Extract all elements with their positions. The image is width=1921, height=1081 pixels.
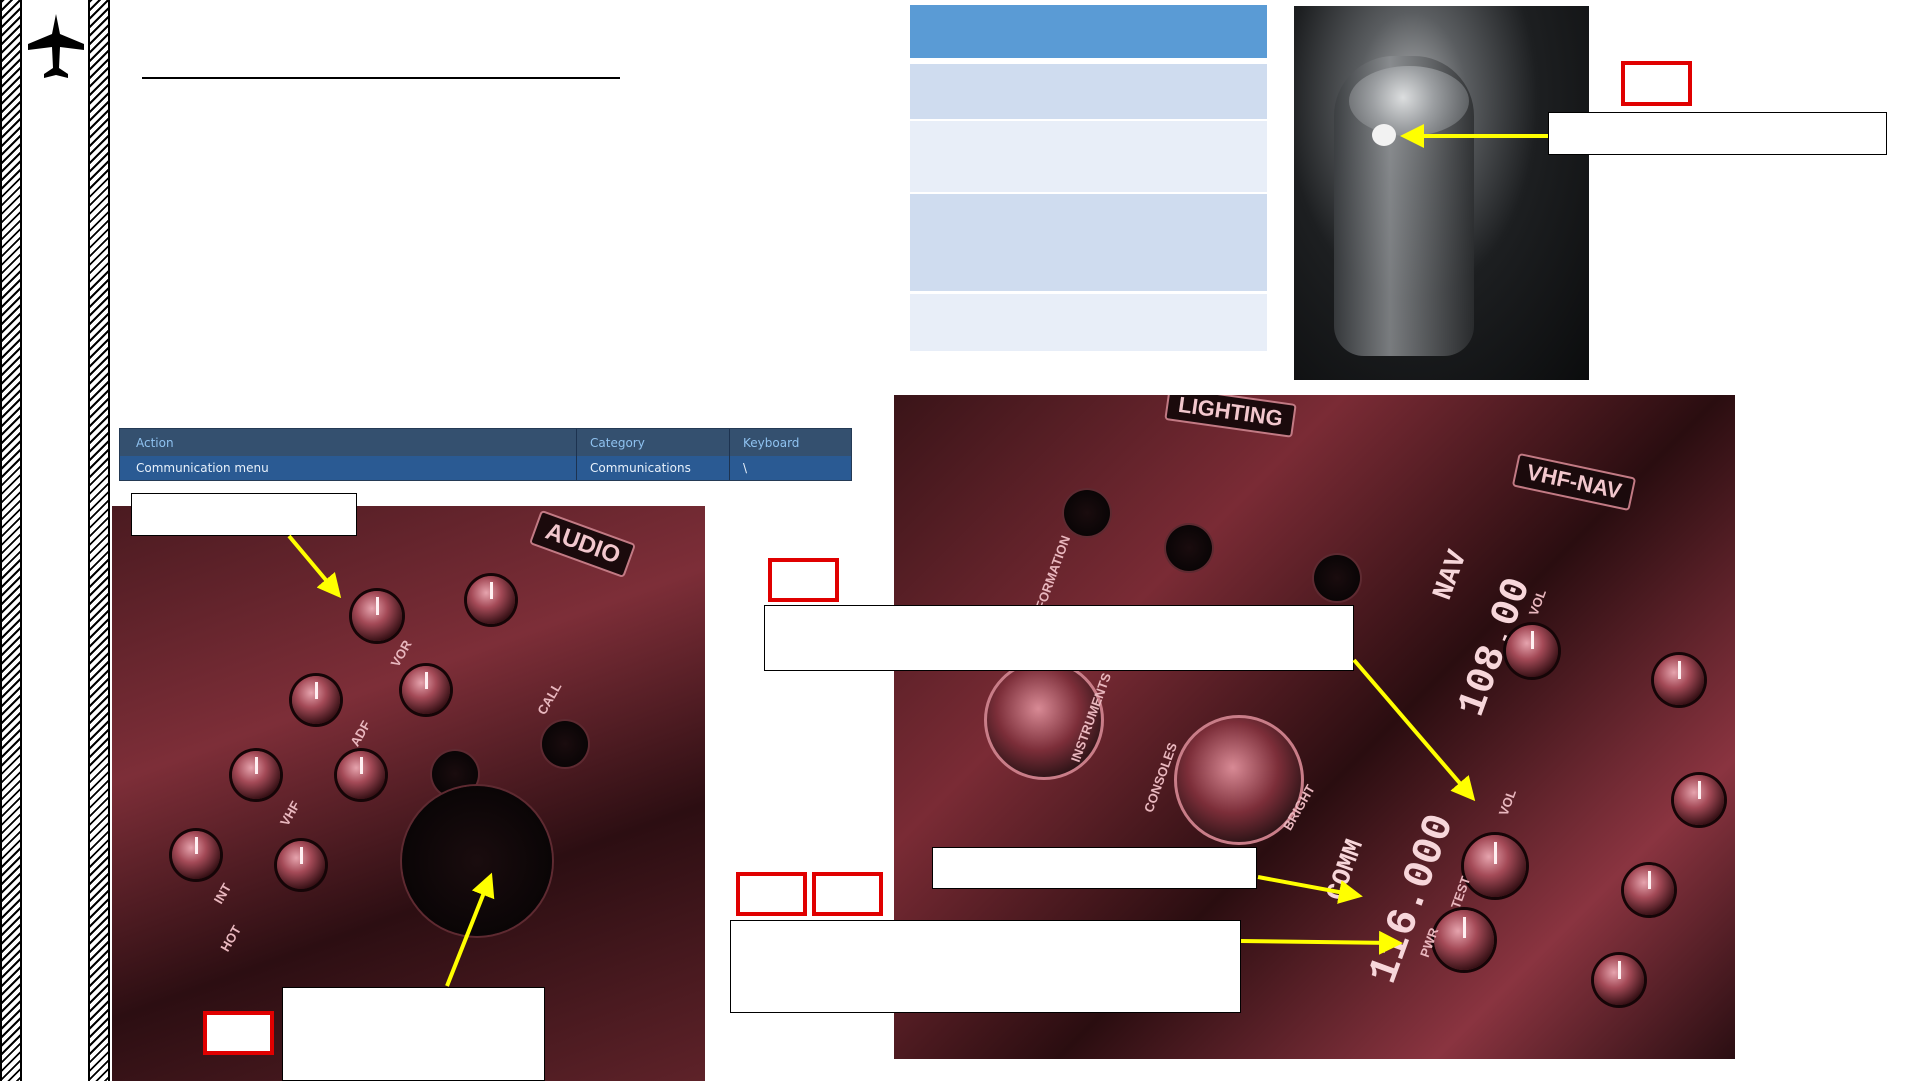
audio-knob <box>337 751 385 799</box>
nav-lights-switch <box>1166 525 1212 571</box>
audio-side-knob <box>1594 955 1644 1005</box>
audio-knob <box>172 831 220 879</box>
audio-knob <box>277 841 325 889</box>
keybind-table-row <box>910 121 1267 192</box>
audio-knob <box>232 751 280 799</box>
audio-side-knob <box>1674 775 1724 825</box>
comm-power-knob <box>1434 910 1494 970</box>
callout-box <box>764 605 1354 671</box>
action-cell: Communication menu <box>136 461 269 475</box>
callout-box <box>932 847 1257 889</box>
nav-id-knob <box>1506 625 1558 677</box>
red-marker-box <box>768 558 839 602</box>
audio-knob <box>352 591 402 641</box>
throttle-button <box>1372 124 1396 146</box>
vhf-label: VHF <box>277 798 303 829</box>
hot-label: HOT <box>217 922 245 955</box>
category-column-header: Category <box>590 436 645 450</box>
table-row[interactable]: Communication menu Communications \ <box>120 456 851 480</box>
callout-box <box>282 987 545 1081</box>
nav-vol-label: VOL <box>1495 787 1519 818</box>
int-label: INT <box>210 880 235 907</box>
formation-label: FORMATION <box>1032 533 1074 612</box>
keybind-table-row <box>910 294 1267 351</box>
call-button <box>542 721 588 767</box>
throttle-photo <box>1294 6 1589 380</box>
column-divider <box>729 429 730 480</box>
nav-label: NAV <box>1428 546 1475 605</box>
red-marker-box <box>736 872 807 916</box>
comm-label: COMM <box>1320 835 1370 905</box>
keybind-table-header <box>910 5 1267 58</box>
call-label: CALL <box>534 679 565 718</box>
audio-side-knob <box>1654 655 1704 705</box>
flood-light-switch <box>1314 555 1360 601</box>
keyboard-column-header: Keyboard <box>743 436 800 450</box>
test-label: TEST <box>1447 874 1474 911</box>
controls-table-header: Action Category Keyboard <box>120 429 851 456</box>
controls-keybind-table: Action Category Keyboard Communication m… <box>119 428 852 481</box>
red-marker-box <box>812 872 883 916</box>
callout-box <box>1548 112 1887 155</box>
callout-box <box>131 493 357 536</box>
formation-light-switch <box>1064 490 1110 536</box>
keyboard-cell: \ <box>743 461 748 475</box>
left-rail-stripe <box>0 0 22 1081</box>
title-underline <box>142 77 620 79</box>
keybind-table-row <box>910 194 1267 291</box>
audio-knob <box>292 676 340 724</box>
category-cell: Communications <box>590 461 691 475</box>
adf-label: ADF <box>347 718 374 749</box>
right-rail-stripe <box>88 0 110 1081</box>
audio-knob <box>467 576 515 624</box>
red-marker-box <box>1621 61 1692 106</box>
lighting-panel-title: LIGHTING <box>1164 395 1297 438</box>
vhf-nav-panel-title: VHF-NAV <box>1511 452 1637 512</box>
nav-volume-knob <box>1464 835 1526 897</box>
action-column-header: Action <box>136 436 174 450</box>
vor-label: VOR <box>387 637 415 670</box>
keybind-table-row <box>910 64 1267 119</box>
audio-panel-title: AUDIO <box>528 509 637 579</box>
red-marker-box <box>203 1011 274 1055</box>
audio-side-knob <box>1624 865 1674 915</box>
callout-box <box>730 920 1241 1013</box>
audio-knob <box>402 666 450 714</box>
column-divider <box>576 429 577 480</box>
airplane-icon <box>28 14 84 78</box>
audio-selector-dial <box>402 786 552 936</box>
